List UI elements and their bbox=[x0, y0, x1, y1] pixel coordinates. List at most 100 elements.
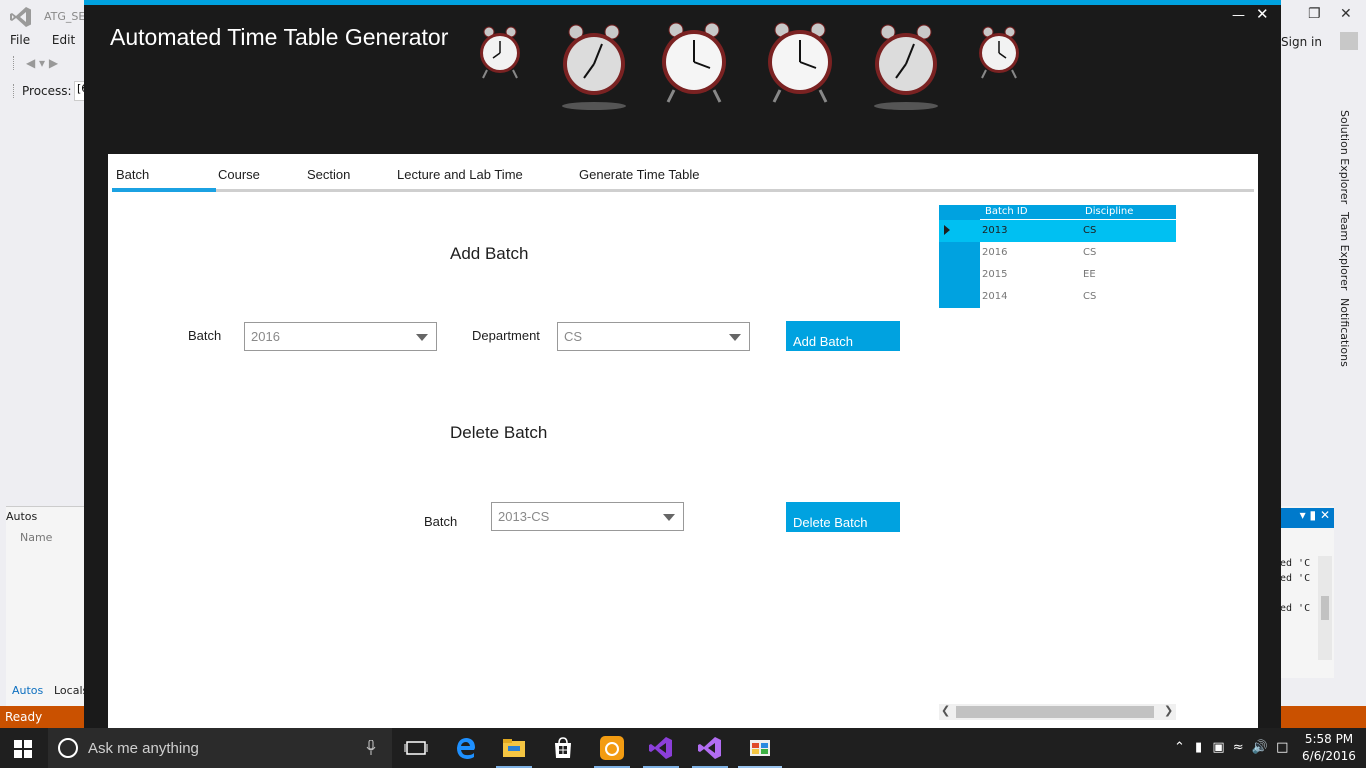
active-tab-indicator bbox=[112, 188, 216, 192]
delete-batch-title: Delete Batch bbox=[450, 423, 548, 442]
volume-icon[interactable]: 🔊 bbox=[1252, 740, 1268, 755]
delete-batch-select-value: 2013-CS bbox=[498, 509, 550, 524]
tab-course[interactable]: Course bbox=[218, 167, 260, 182]
scroll-right-icon[interactable]: ❯ bbox=[1164, 704, 1173, 717]
search-placeholder: Ask me anything bbox=[88, 740, 199, 757]
close-icon[interactable]: ✕ bbox=[1256, 5, 1272, 23]
column-header-batch-id[interactable]: Batch ID bbox=[985, 206, 1028, 217]
autos-title: Autos bbox=[6, 510, 38, 523]
vs-menu-bar: File Edit bbox=[10, 33, 93, 47]
side-tab-solution-explorer[interactable]: Solution Explorer bbox=[1338, 110, 1351, 204]
clock-date[interactable]: 6/6/2016 bbox=[1300, 749, 1358, 763]
delete-batch-label: Batch bbox=[424, 514, 458, 529]
chevron-down-icon bbox=[729, 334, 741, 341]
task-view-icon[interactable] bbox=[402, 734, 430, 762]
cell-discipline[interactable]: CS bbox=[1083, 291, 1096, 302]
alarm-clock-icon bbox=[662, 22, 726, 103]
visual-studio-logo-icon bbox=[10, 7, 31, 27]
autos-name-column: Name bbox=[20, 531, 53, 544]
output-line: ed 'C bbox=[1280, 603, 1311, 614]
microphone-icon[interactable] bbox=[366, 740, 376, 756]
add-batch-button[interactable]: Add Batch bbox=[786, 321, 900, 351]
user-icon[interactable] bbox=[1340, 32, 1358, 50]
sign-in-link[interactable]: Sign in bbox=[1281, 35, 1322, 49]
table-row[interactable]: 2013 CS bbox=[939, 220, 1176, 242]
notifications-icon[interactable]: □ bbox=[1276, 740, 1288, 755]
minimize-icon[interactable]: — bbox=[1232, 8, 1246, 23]
wifi-icon[interactable]: ≈ bbox=[1233, 740, 1244, 755]
department-select[interactable]: CS bbox=[557, 322, 750, 351]
close-icon[interactable]: ✕ bbox=[1340, 6, 1352, 22]
batch-select[interactable]: 2016 bbox=[244, 322, 437, 351]
uc-browser-icon[interactable] bbox=[598, 734, 626, 762]
toolbar-grip[interactable] bbox=[13, 84, 16, 98]
output-scrollbar[interactable] bbox=[1318, 556, 1332, 660]
windows-taskbar: Ask me anything ⌃ ▮ ▣ ≈ 🔊 □ 5:58 PM 6/6/… bbox=[0, 728, 1366, 768]
add-batch-title: Add Batch bbox=[450, 244, 529, 263]
dropdown-icon[interactable]: ▾ bbox=[1300, 508, 1306, 522]
tab-lecture-and-lab-time[interactable]: Lecture and Lab Time bbox=[397, 167, 523, 182]
visual-studio-icon[interactable] bbox=[696, 734, 724, 762]
nav-back-forward[interactable]: ◀ ▾ ▶ bbox=[26, 56, 58, 70]
tab-bar: Batch Course Section Lecture and Lab Tim… bbox=[112, 164, 1254, 192]
network-icon[interactable]: ▣ bbox=[1212, 740, 1224, 755]
chevron-down-icon bbox=[663, 514, 675, 521]
status-text: Ready bbox=[5, 710, 43, 724]
scrollbar-thumb[interactable] bbox=[956, 706, 1154, 718]
cell-discipline[interactable]: CS bbox=[1083, 225, 1096, 236]
alarm-clock-icon bbox=[480, 26, 520, 79]
pin-icon[interactable]: ▮ bbox=[1310, 508, 1317, 522]
cortana-search-box[interactable]: Ask me anything bbox=[48, 728, 392, 768]
tab-batch[interactable]: Batch bbox=[116, 167, 149, 182]
edge-browser-icon[interactable] bbox=[452, 734, 480, 762]
close-icon[interactable]: ✕ bbox=[1320, 508, 1330, 522]
delete-batch-button[interactable]: Delete Batch bbox=[786, 502, 900, 532]
tab-generate-time-table[interactable]: Generate Time Table bbox=[579, 167, 699, 182]
scroll-left-icon[interactable]: ❮ bbox=[941, 704, 950, 717]
cell-batch-id[interactable]: 2015 bbox=[982, 269, 1007, 280]
toolbar-grip[interactable] bbox=[13, 56, 16, 70]
cell-discipline[interactable]: CS bbox=[1083, 247, 1096, 258]
scrollbar-thumb[interactable] bbox=[1321, 596, 1329, 620]
battery-icon[interactable]: ▮ bbox=[1195, 740, 1202, 755]
delete-batch-button-label: Delete Batch bbox=[793, 515, 868, 530]
output-text: ed 'C ed 'C ed 'C bbox=[1280, 556, 1310, 616]
file-explorer-icon[interactable] bbox=[500, 734, 528, 762]
chevron-up-icon[interactable]: ⌃ bbox=[1174, 740, 1185, 755]
table-row[interactable]: 2016 CS bbox=[939, 242, 1176, 264]
output-line: ed 'C bbox=[1280, 558, 1311, 569]
horizontal-scrollbar[interactable]: ❮ ❯ bbox=[939, 704, 1176, 720]
tab-section[interactable]: Section bbox=[307, 167, 350, 182]
alarm-clock-icon bbox=[768, 22, 832, 103]
menu-file[interactable]: File bbox=[10, 33, 30, 47]
column-header-discipline[interactable]: Discipline bbox=[1085, 206, 1133, 217]
table-row[interactable]: 2014 CS bbox=[939, 286, 1176, 308]
windows-start-icon[interactable] bbox=[14, 740, 32, 758]
batch-label: Batch bbox=[188, 328, 222, 343]
chevron-down-icon bbox=[416, 334, 428, 341]
cell-batch-id[interactable]: 2013 bbox=[982, 225, 1007, 236]
clock-time[interactable]: 5:58 PM bbox=[1304, 732, 1354, 746]
output-line: ed 'C bbox=[1280, 573, 1311, 584]
delete-batch-select[interactable]: 2013-CS bbox=[491, 502, 684, 531]
visual-studio-icon[interactable] bbox=[647, 734, 675, 762]
side-tab-team-explorer[interactable]: Team Explorer bbox=[1338, 212, 1351, 290]
autos-tab-strip: Autos Locals bbox=[6, 680, 88, 700]
store-icon[interactable] bbox=[549, 734, 577, 762]
side-tab-notifications[interactable]: Notifications bbox=[1338, 298, 1351, 367]
cell-batch-id[interactable]: 2016 bbox=[982, 247, 1007, 258]
current-row-icon bbox=[944, 225, 950, 235]
cell-batch-id[interactable]: 2014 bbox=[982, 291, 1007, 302]
table-row[interactable]: 2015 EE bbox=[939, 264, 1176, 286]
menu-edit[interactable]: Edit bbox=[52, 33, 75, 47]
tab-autos[interactable]: Autos bbox=[12, 684, 43, 697]
app-window: Automated Time Table Generator — ✕ Batch… bbox=[84, 0, 1281, 728]
batch-data-grid[interactable]: Batch ID Discipline 2013 CS 2016 CS 2015… bbox=[939, 205, 1176, 308]
app-window-icon[interactable] bbox=[746, 734, 774, 762]
restore-icon[interactable]: ❐ bbox=[1308, 6, 1321, 22]
output-panel-header: ▾ ▮ ✕ bbox=[1280, 508, 1334, 528]
cell-discipline[interactable]: EE bbox=[1083, 269, 1096, 280]
app-accent-line bbox=[84, 0, 1281, 5]
system-tray: ⌃ ▮ ▣ ≈ 🔊 □ bbox=[1174, 740, 1288, 755]
